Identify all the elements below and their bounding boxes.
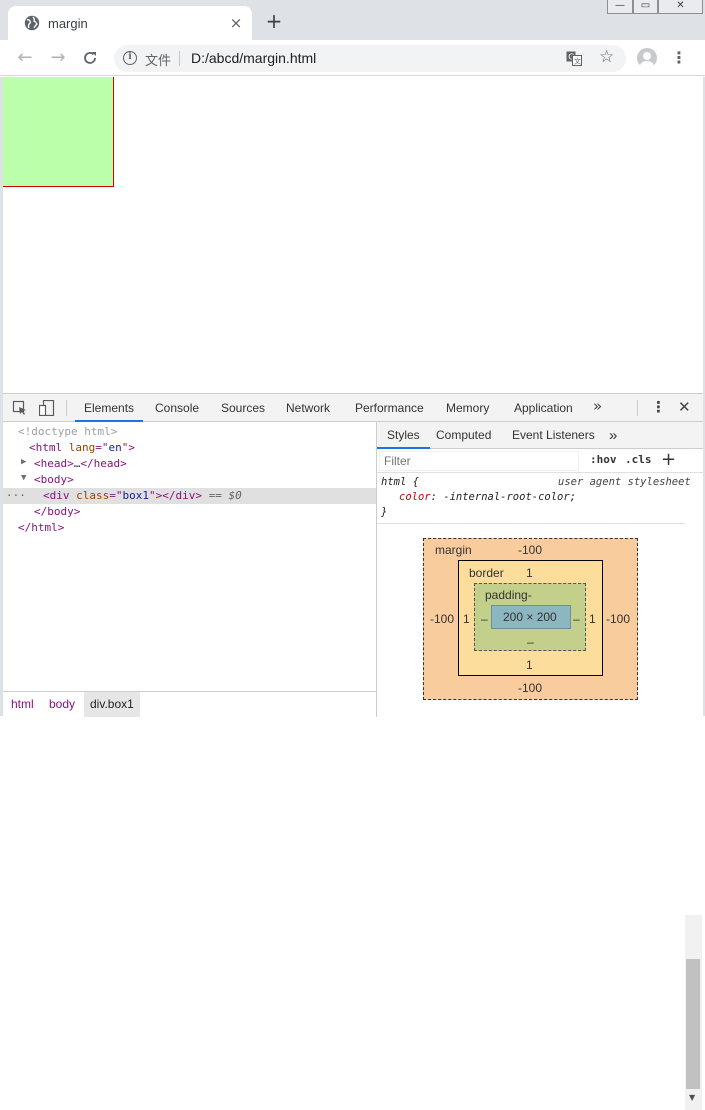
box-model-diagram: margin -100 -100 -100 -100 border 1 1 1 …	[377, 525, 685, 717]
minimize-button[interactable]: —	[607, 0, 633, 14]
reload-icon[interactable]	[79, 47, 101, 69]
border-top-value[interactable]: 1	[526, 566, 533, 580]
tab-application[interactable]: Application	[514, 394, 573, 422]
more-tabs-icon[interactable]: »	[609, 422, 617, 449]
close-devtools-icon[interactable]: ✕	[678, 398, 691, 416]
border-label: border	[469, 566, 504, 580]
address-divider	[179, 51, 180, 66]
border-right-value[interactable]: 1	[589, 612, 596, 626]
browser-tab[interactable]: margin ×	[8, 6, 252, 40]
devtools-menu-icon[interactable]: ⋮	[651, 398, 666, 416]
devtools-tab-bar: Elements Console Sources Network Perform…	[3, 394, 703, 422]
tab-sources[interactable]: Sources	[221, 394, 265, 422]
device-toolbar-icon[interactable]	[39, 400, 55, 416]
styles-scrollbar-thumb[interactable]	[686, 959, 700, 1089]
globe-icon	[24, 15, 40, 31]
tab-elements[interactable]: Elements	[75, 394, 144, 422]
maximize-button[interactable]: ▭	[633, 0, 658, 14]
padding-left-value[interactable]: –	[481, 612, 488, 626]
title-bar: margin × + — ▭ ✕	[0, 0, 705, 40]
margin-bottom-value[interactable]: -100	[518, 681, 542, 695]
bookmark-star-icon[interactable]: ☆	[599, 47, 614, 67]
css-rule: html { user agent stylesheet color: -int…	[377, 474, 691, 524]
styles-tab-bar: Styles Computed Event Listeners »	[377, 422, 703, 449]
selected-marker: == $0	[208, 489, 242, 502]
new-rule-button[interactable]: +	[661, 449, 676, 470]
tab-network[interactable]: Network	[286, 394, 330, 422]
inspect-element-icon[interactable]	[12, 400, 28, 416]
toolbar-divider	[66, 400, 67, 416]
margin-left-value[interactable]: -100	[430, 612, 454, 626]
rule-selector: html {	[381, 476, 419, 488]
tab-computed[interactable]: Computed	[436, 422, 491, 449]
translate-icon[interactable]: G 文	[566, 51, 582, 66]
forward-arrow-icon[interactable]: →	[47, 47, 69, 69]
new-tab-button[interactable]: +	[263, 11, 285, 33]
dom-tree: ... <!doctype html> <html lang="en"> ▶ <…	[3, 422, 376, 692]
doctype-node[interactable]: <!doctype html>	[18, 424, 117, 440]
tab-event-listeners[interactable]: Event Listeners	[512, 422, 595, 449]
margin-label: margin	[435, 543, 472, 557]
html-close-node[interactable]: </html>	[18, 520, 64, 536]
breadcrumb: html body div.box1	[3, 691, 376, 717]
scroll-down-icon[interactable]: ▼	[689, 1093, 695, 1102]
styles-pane: Styles Computed Event Listeners » :hov .…	[377, 422, 703, 717]
body-close-node[interactable]: </body>	[34, 504, 80, 520]
tab-performance[interactable]: Performance	[355, 394, 424, 422]
rule-source: user agent stylesheet	[558, 476, 691, 488]
tab-console[interactable]: Console	[155, 394, 199, 422]
border-left-value[interactable]: 1	[463, 612, 470, 626]
row-menu-dots[interactable]: ...	[6, 486, 26, 499]
border-bottom-value[interactable]: 1	[526, 658, 533, 672]
padding-label: padding-	[485, 588, 532, 602]
breadcrumb-div-box1[interactable]: div.box1	[84, 692, 140, 717]
url-scheme-label: 文件	[145, 54, 172, 69]
html-node[interactable]: <html lang="en">	[29, 440, 135, 456]
padding-right-value[interactable]: –	[573, 612, 580, 626]
head-node[interactable]: <head>…</head>	[34, 456, 127, 472]
page-viewport	[3, 77, 703, 393]
tab-styles[interactable]: Styles	[377, 422, 430, 449]
padding-bottom-value[interactable]: –	[527, 635, 534, 649]
filter-row: :hov .cls +	[377, 449, 703, 473]
expand-triangle-icon[interactable]: ▶	[21, 457, 26, 467]
div-box1-node[interactable]: <div class="box1"></div> == $0	[43, 488, 242, 504]
svg-text:文: 文	[574, 57, 581, 66]
info-icon[interactable]: i	[123, 51, 137, 65]
body-node[interactable]: <body>	[34, 472, 74, 488]
address-bar[interactable]: i 文件 D:/abcd/margin.html G 文 ☆	[114, 45, 626, 72]
breadcrumb-body[interactable]: body	[49, 692, 75, 717]
back-arrow-icon[interactable]: ←	[14, 47, 36, 69]
tab-memory[interactable]: Memory	[446, 394, 489, 422]
toolbar-divider	[637, 400, 638, 416]
browser-toolbar: ← → i 文件 D:/abcd/margin.html G 文 ☆ ⋮	[0, 40, 705, 76]
close-window-button[interactable]: ✕	[658, 0, 703, 14]
close-tab-icon[interactable]: ×	[227, 14, 245, 32]
devtools-panel: Elements Console Sources Network Perform…	[3, 393, 703, 1110]
tab-title: margin	[48, 16, 88, 31]
breadcrumb-html[interactable]: html	[11, 692, 34, 717]
margin-right-value[interactable]: -100	[606, 612, 630, 626]
green-box	[3, 77, 114, 187]
margin-top-value[interactable]: -100	[518, 543, 542, 557]
browser-menu-icon[interactable]: ⋮	[671, 48, 687, 68]
rule-declaration[interactable]: color: -internal-root-color;	[399, 490, 576, 505]
cls-toggle[interactable]: .cls	[625, 453, 652, 466]
styles-filter-input[interactable]	[379, 451, 579, 471]
hov-toggle[interactable]: :hov	[590, 453, 617, 466]
more-tabs-icon[interactable]: »	[593, 397, 602, 415]
url-text[interactable]: D:/abcd/margin.html	[191, 50, 316, 66]
collapse-triangle-icon[interactable]: ▼	[21, 473, 26, 483]
profile-avatar-icon[interactable]	[637, 48, 657, 68]
content-size-value[interactable]: 200 × 200	[503, 610, 557, 624]
rule-close: }	[381, 506, 388, 518]
